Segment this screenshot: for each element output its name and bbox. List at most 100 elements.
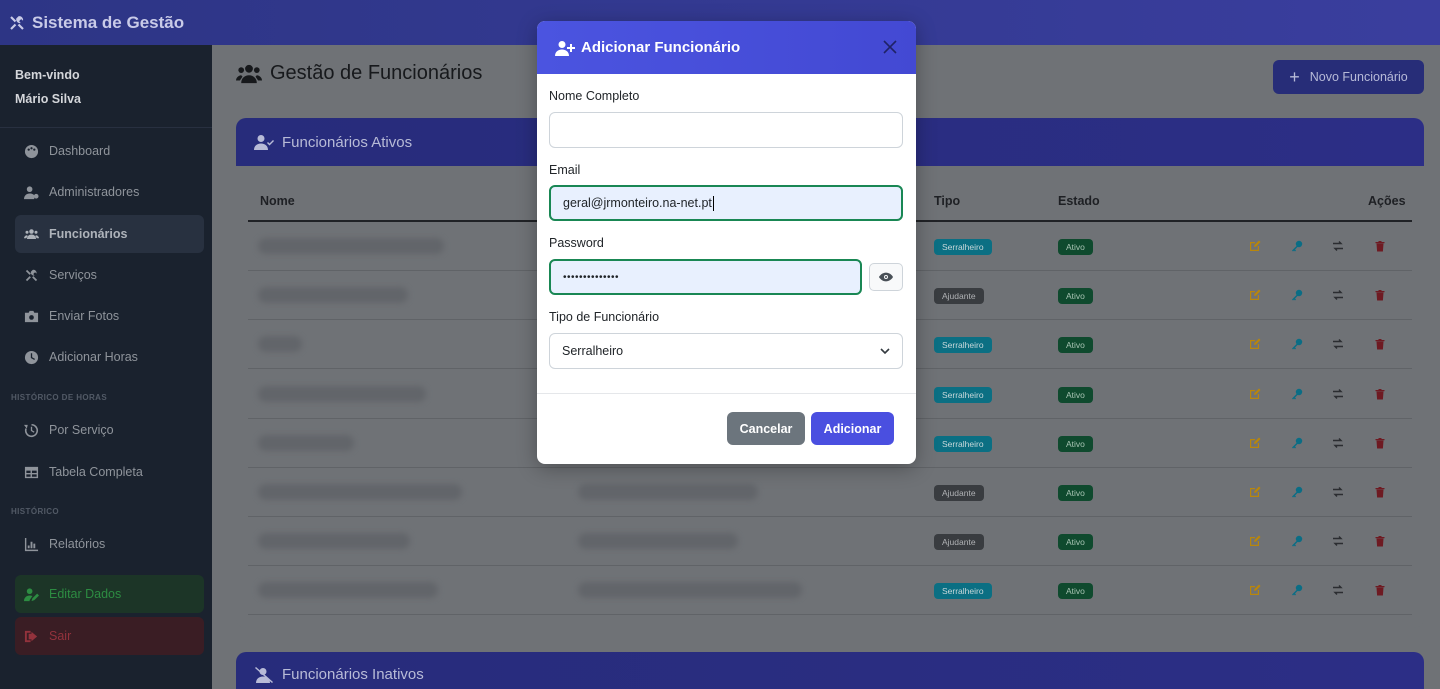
key-icon[interactable] (1291, 288, 1303, 301)
column-type: Tipo (934, 194, 961, 208)
edit-data-button[interactable]: Editar Dados (15, 575, 204, 613)
trash-icon[interactable] (1374, 387, 1386, 400)
transfer-icon[interactable] (1332, 239, 1344, 251)
sidebar-item-label: Por Serviço (49, 423, 114, 437)
edit-icon[interactable] (1249, 239, 1261, 251)
transfer-icon[interactable] (1332, 534, 1344, 547)
edit-icon[interactable] (1249, 583, 1261, 596)
trash-icon[interactable] (1374, 239, 1386, 252)
type-badge: Serralheiro (934, 337, 992, 354)
user-check-icon (254, 135, 274, 150)
redacted-name (258, 336, 302, 353)
key-icon[interactable] (1291, 583, 1303, 596)
card-title: Funcionários Inativos (282, 666, 424, 683)
trash-icon[interactable] (1374, 534, 1386, 547)
transfer-icon[interactable] (1332, 288, 1344, 301)
brand[interactable]: Sistema de Gestão (8, 13, 184, 33)
cancel-button[interactable]: Cancelar (727, 412, 805, 445)
status-badge: Ativo (1058, 583, 1093, 600)
sidebar-item-label: Administradores (49, 185, 140, 199)
edit-icon[interactable] (1249, 534, 1261, 547)
modal-title: Adicionar Funcionário (581, 39, 741, 56)
welcome-block: Bem-vindo Mário Silva (0, 45, 212, 111)
edit-icon[interactable] (1249, 337, 1261, 350)
sidebar-item-dashboard[interactable]: Dashboard (15, 132, 204, 170)
type-badge: Ajudante (934, 485, 984, 501)
key-icon[interactable] (1291, 534, 1303, 547)
new-employee-label: Novo Funcionário (1309, 70, 1408, 84)
edit-icon[interactable] (1249, 288, 1261, 301)
redacted-email (578, 533, 738, 550)
sidebar-item-label: Relatórios (49, 537, 106, 551)
name-label: Nome Completo (549, 89, 640, 103)
sidebar-item-adicionar-horas[interactable]: Adicionar Horas (15, 338, 204, 376)
trash-icon[interactable] (1374, 436, 1386, 449)
new-employee-button[interactable]: + Novo Funcionário (1273, 60, 1424, 94)
password-field[interactable]: •••••••••••••• (549, 259, 862, 295)
sidebar-item-funcionarios[interactable]: Funcionários (15, 215, 204, 253)
chevron-down-icon (880, 348, 890, 355)
status-badge: Ativo (1058, 337, 1093, 354)
add-employee-modal: Adicionar Funcionário Nome Completo Emai… (537, 21, 916, 464)
user-edit-icon (24, 587, 39, 601)
trash-icon[interactable] (1374, 583, 1386, 596)
type-badge: Serralheiro (934, 386, 992, 403)
transfer-icon[interactable] (1332, 485, 1344, 497)
user-plus-icon (555, 40, 575, 56)
type-label: Tipo de Funcionário (549, 310, 660, 324)
type-badge: Ajudante (934, 534, 984, 551)
type-value: Serralheiro (562, 344, 624, 358)
employee-type-select[interactable]: Serralheiro (549, 333, 903, 369)
sidebar-item-servicos[interactable]: Serviços (15, 256, 204, 294)
users-icon (24, 228, 39, 239)
type-badge: Serralheiro (934, 239, 992, 255)
edit-icon[interactable] (1249, 387, 1261, 399)
modal-footer-divider (537, 393, 916, 394)
sidebar-item-label: Serviços (49, 268, 97, 282)
key-icon[interactable] (1291, 485, 1303, 498)
logout-label: Sair (49, 629, 72, 643)
add-button[interactable]: Adicionar (811, 412, 894, 445)
sidebar-item-relatorios[interactable]: Relatórios (15, 525, 204, 563)
text-cursor (712, 195, 714, 211)
eye-icon (879, 272, 893, 282)
transfer-icon[interactable] (1332, 583, 1344, 596)
password-label: Password (549, 236, 604, 250)
status-badge: Ativo (1058, 288, 1093, 305)
name-field[interactable] (549, 112, 903, 148)
camera-icon (24, 310, 39, 322)
status-badge: Ativo (1058, 435, 1093, 452)
type-badge: Serralheiro (934, 583, 992, 600)
transfer-icon[interactable] (1332, 436, 1344, 448)
chart-icon (24, 537, 39, 551)
key-icon[interactable] (1291, 337, 1303, 350)
sidebar-item-por-servico[interactable]: Por Serviço (15, 411, 204, 449)
table-row: Ajudante Ativo (248, 468, 1412, 517)
key-icon[interactable] (1291, 436, 1303, 449)
trash-icon[interactable] (1374, 337, 1386, 350)
key-icon[interactable] (1291, 239, 1303, 252)
edit-icon[interactable] (1249, 436, 1261, 448)
tools-icon (10, 15, 24, 30)
inactive-employees-card: Funcionários Inativos (236, 652, 1424, 689)
edit-icon[interactable] (1249, 485, 1261, 497)
email-field[interactable]: geral@jrmonteiro.na-net.pt (549, 185, 903, 221)
sidebar-item-enviar-fotos[interactable]: Enviar Fotos (15, 297, 204, 335)
page-title-text: Gestão de Funcionários (270, 62, 483, 84)
email-label: Email (549, 163, 581, 177)
toggle-password-button[interactable] (869, 263, 903, 291)
sidebar-item-administradores[interactable]: Administradores (15, 173, 204, 211)
sidebar-item-tabela-completa[interactable]: Tabela Completa (15, 453, 204, 491)
redacted-name (258, 582, 438, 599)
close-icon[interactable] (880, 39, 900, 55)
trash-icon[interactable] (1374, 485, 1386, 498)
key-icon[interactable] (1291, 387, 1303, 400)
logout-button[interactable]: Sair (15, 617, 204, 655)
users-icon (236, 64, 262, 83)
card-title: Funcionários Ativos (282, 133, 413, 151)
transfer-icon[interactable] (1332, 387, 1344, 399)
transfer-icon[interactable] (1332, 337, 1344, 350)
column-status: Estado (1058, 194, 1100, 208)
redacted-name (258, 238, 444, 254)
trash-icon[interactable] (1374, 288, 1386, 301)
